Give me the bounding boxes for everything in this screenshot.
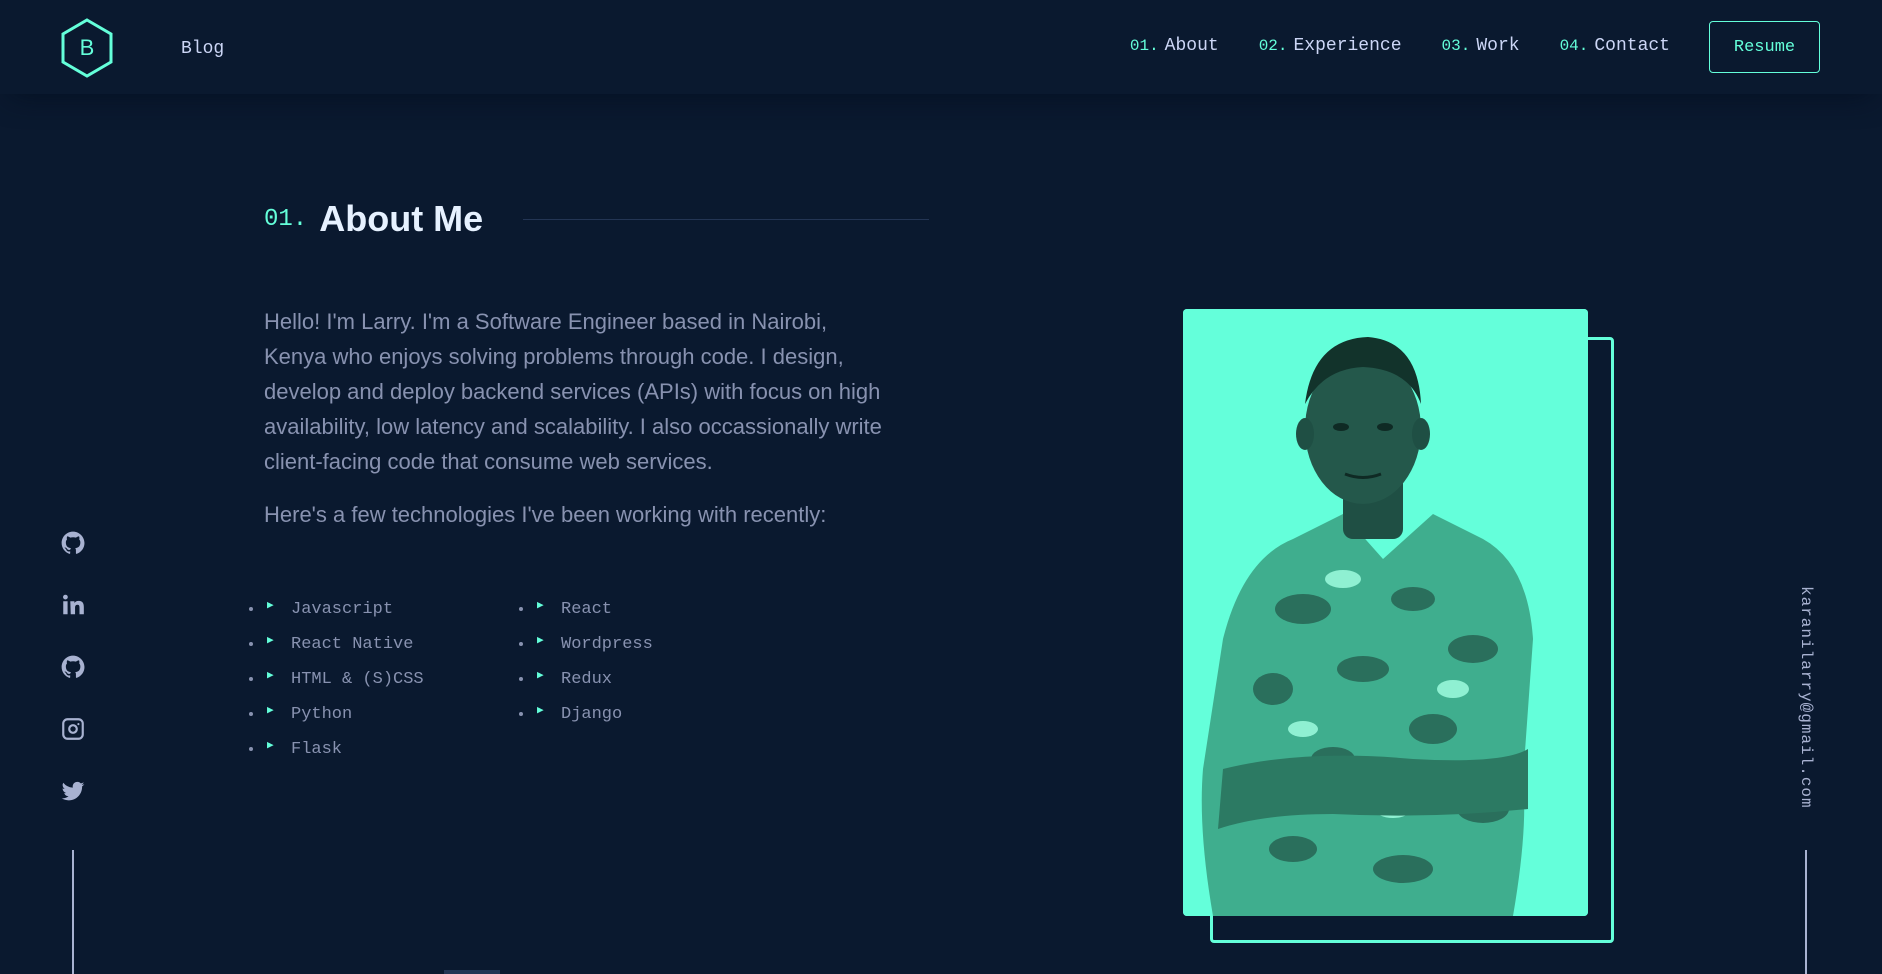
resume-button[interactable]: Resume xyxy=(1709,21,1820,73)
tech-list: ▶Javascript ▶React ▶React Native ▶Wordpr… xyxy=(264,598,804,762)
triangle-bullet-icon: ▶ xyxy=(267,635,274,647)
nav-item-contact[interactable]: 04. Contact xyxy=(1560,36,1670,56)
triangle-bullet-icon: ▶ xyxy=(537,705,544,717)
nav-number: 02. xyxy=(1258,37,1288,55)
triangle-bullet-icon: ▶ xyxy=(267,740,274,752)
nav-label: Contact xyxy=(1594,36,1670,56)
tech-item: ▶Python xyxy=(264,703,534,727)
github-icon[interactable] xyxy=(58,652,88,682)
nav-label: Work xyxy=(1476,36,1520,56)
linkedin-icon[interactable] xyxy=(58,590,88,620)
tech-item: ▶Redux xyxy=(534,668,804,692)
tech-intro: Here's a few technologies I've been work… xyxy=(264,502,827,527)
main-nav: 01. About 02. Experience 03. Work 04. Contac… xyxy=(1130,36,1670,56)
tech-item: ▶Django xyxy=(534,703,804,727)
email-sidebar-line xyxy=(1805,850,1807,974)
portrait-illustration xyxy=(1183,309,1588,916)
tech-item: ▶Javascript xyxy=(264,598,534,622)
nav-item-experience[interactable]: 02. Experience xyxy=(1259,36,1402,56)
triangle-bullet-icon: ▶ xyxy=(537,600,544,612)
social-sidebar-line xyxy=(72,850,74,974)
github-icon[interactable] xyxy=(58,528,88,558)
logo-letter: B xyxy=(79,35,95,60)
about-paragraph: Hello! I'm Larry. I'm a Software Enginee… xyxy=(264,309,882,474)
twitter-icon[interactable] xyxy=(58,776,88,806)
triangle-bullet-icon: ▶ xyxy=(267,670,274,682)
triangle-bullet-icon: ▶ xyxy=(537,635,544,647)
logo[interactable]: B xyxy=(60,18,114,78)
nav-number: 03. xyxy=(1441,37,1471,55)
social-links xyxy=(58,528,88,838)
scroll-indicator xyxy=(444,970,500,974)
triangle-bullet-icon: ▶ xyxy=(267,705,274,717)
tech-item: ▶Wordpress xyxy=(534,633,804,657)
tech-item: ▶React xyxy=(534,598,804,622)
nav-label: About xyxy=(1164,36,1219,56)
nav-number: 01. xyxy=(1129,37,1159,55)
nav-label: Experience xyxy=(1293,36,1402,56)
email-link[interactable]: karanilarry@gmail.com xyxy=(1797,586,1815,809)
tech-item: ▶React Native xyxy=(264,633,534,657)
triangle-bullet-icon: ▶ xyxy=(537,670,544,682)
triangle-bullet-icon: ▶ xyxy=(267,600,274,612)
blog-link[interactable]: Blog xyxy=(181,39,224,59)
section-divider xyxy=(523,219,929,220)
tech-item: ▶HTML & (S)CSS xyxy=(264,668,534,692)
nav-item-work[interactable]: 03. Work xyxy=(1442,36,1520,56)
tech-item: ▶Flask xyxy=(264,738,534,762)
section-title: About Me xyxy=(319,198,484,239)
nav-item-about[interactable]: 01. About xyxy=(1130,36,1219,56)
profile-photo[interactable] xyxy=(1183,309,1588,916)
instagram-icon[interactable] xyxy=(58,714,88,744)
section-heading: 01. About Me xyxy=(264,198,483,240)
section-number: 01. xyxy=(264,205,308,233)
site-header: B Blog 01. About 02. Experience 03. Work 04… xyxy=(0,0,1882,94)
about-text: Hello! I'm Larry. I'm a Software Enginee… xyxy=(264,304,894,550)
nav-number: 04. xyxy=(1559,37,1589,55)
